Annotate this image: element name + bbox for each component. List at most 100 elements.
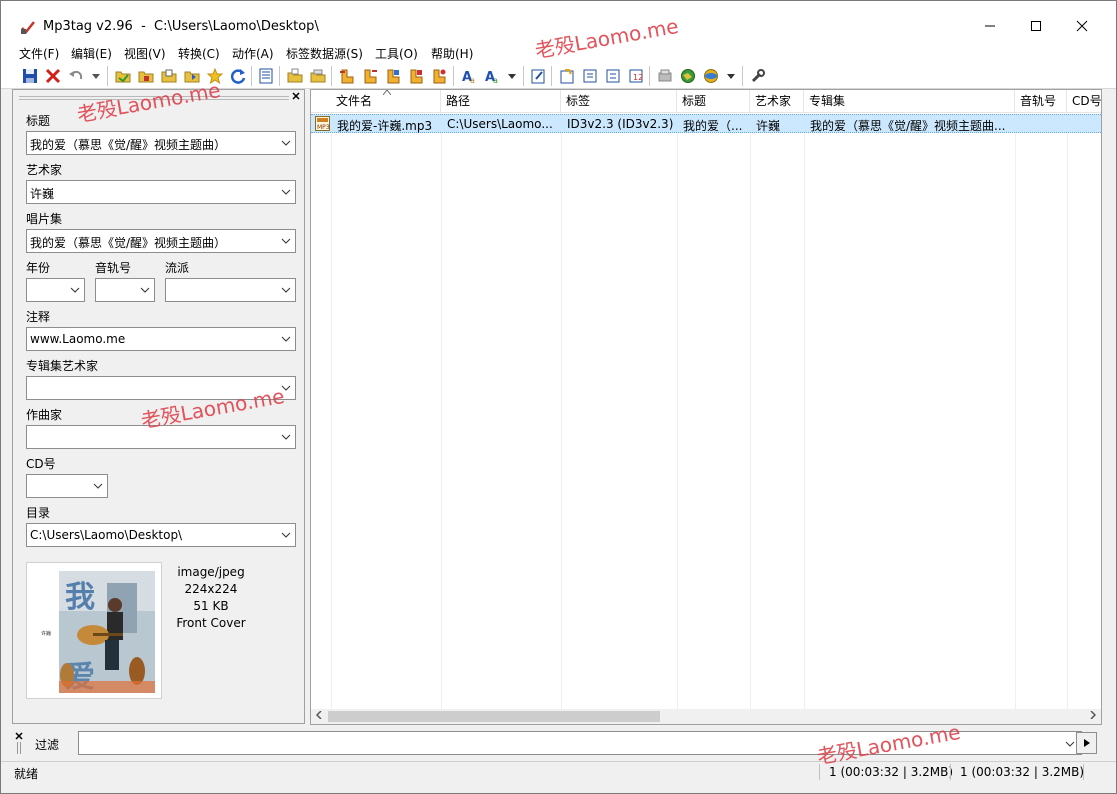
title-field[interactable]: 我的爱（慕思《觉/醒》视频主题曲）	[26, 131, 296, 155]
autonumber-button[interactable]	[557, 66, 577, 86]
toolbar-separator	[742, 66, 743, 86]
undo-dropdown[interactable]	[91, 67, 101, 85]
menu-view[interactable]: 视图(V)	[124, 45, 166, 62]
tag-tag-button[interactable]	[383, 66, 403, 86]
menu-tools[interactable]: 工具(O)	[375, 45, 418, 62]
horizontal-scrollbar[interactable]	[311, 709, 1101, 724]
chevron-down-icon	[281, 532, 291, 538]
undo-button[interactable]	[66, 66, 86, 86]
cell-title: 我的爱（...	[683, 119, 743, 133]
menu-tag-sources[interactable]: 标签数据源(S)	[286, 45, 363, 62]
comment-field[interactable]: www.Laomo.me	[26, 327, 296, 351]
column-header-label: 文件名	[336, 94, 373, 108]
playlist-add-button[interactable]	[603, 66, 623, 86]
menu-actions[interactable]: 动作(A)	[232, 45, 274, 62]
table-row[interactable]: MP3 我的爱-许巍.mp3 C:\Users\Laomo... ID3v2.3…	[311, 114, 1101, 133]
file-list[interactable]: 文件名 路径 标签 标题 艺术家 专辑集 音轨号 CD号 MP3 我的爱-许巍.…	[310, 89, 1102, 725]
chevron-down-icon	[281, 238, 291, 244]
web-source-button[interactable]	[678, 66, 698, 86]
minimize-button[interactable]	[967, 11, 1013, 41]
column-gridline	[441, 113, 442, 709]
case-convert-button[interactable]: Aa	[459, 66, 479, 86]
refresh-icon	[230, 69, 246, 84]
playlist-button[interactable]	[580, 66, 600, 86]
column-header-title[interactable]: 标题	[677, 90, 750, 113]
menu-convert[interactable]: 转换(C)	[178, 45, 220, 62]
track-field[interactable]	[95, 278, 155, 302]
web-source-2-button[interactable]	[701, 66, 721, 86]
close-button[interactable]	[1059, 11, 1105, 41]
playlist-icon	[583, 69, 597, 83]
chevron-down-icon	[70, 287, 80, 293]
column-header-label: 路径	[446, 94, 471, 108]
chevron-down-icon	[92, 73, 100, 79]
case-dropdown[interactable]	[507, 67, 517, 85]
year-field[interactable]	[26, 278, 85, 302]
export-icon	[433, 69, 446, 84]
panel-close-button[interactable]	[290, 90, 302, 104]
disc-field[interactable]	[26, 474, 108, 498]
scroll-right-button[interactable]	[1087, 710, 1099, 722]
undo-icon	[69, 70, 83, 80]
delete-tag-button[interactable]	[43, 66, 63, 86]
status-separator	[1083, 764, 1084, 780]
export-folder-button[interactable]	[285, 66, 305, 86]
menu-help[interactable]: 帮助(H)	[431, 45, 473, 62]
maximize-button[interactable]	[1013, 11, 1059, 41]
tag-filename-button[interactable]	[337, 66, 357, 86]
toolbar-separator	[251, 66, 252, 86]
chevron-down-icon	[281, 434, 291, 440]
column-header-path[interactable]: 路径	[441, 90, 561, 113]
text-tag-button[interactable]	[406, 66, 426, 86]
column-header-label: 标签	[566, 94, 591, 108]
change-dir-button[interactable]	[113, 66, 133, 86]
save-button[interactable]	[20, 66, 40, 86]
folder-add-icon	[138, 71, 154, 83]
svg-text:我: 我	[65, 580, 95, 615]
cover-art[interactable]: 我 爱 许巍	[26, 562, 162, 699]
toolbar-separator	[279, 66, 280, 86]
menu-file[interactable]: 文件(F)	[19, 45, 59, 62]
filename-to-tag-icon	[364, 69, 377, 84]
import-folder-button[interactable]	[308, 66, 328, 86]
filter-close-button[interactable]	[15, 729, 25, 740]
svg-text:12: 12	[633, 73, 643, 82]
comment-label: 注释	[26, 310, 51, 324]
case-convert-options-button[interactable]: Aa	[482, 66, 502, 86]
album-label: 唱片集	[26, 212, 63, 226]
web-source-dropdown[interactable]	[726, 67, 736, 85]
maximize-icon	[1031, 21, 1041, 31]
filename-tag-button[interactable]	[360, 66, 380, 86]
svg-text:许巍: 许巍	[41, 630, 51, 637]
numbering-button[interactable]: 12	[626, 66, 646, 86]
refresh-button[interactable]	[228, 66, 248, 86]
artist-field[interactable]: 许巍	[26, 180, 296, 204]
export-button[interactable]	[429, 66, 449, 86]
album-field[interactable]: 我的爱（慕思《觉/醒》视频主题曲）	[26, 229, 296, 253]
close-icon	[15, 732, 23, 740]
tools-button[interactable]	[748, 66, 768, 86]
add-dir-button[interactable]	[136, 66, 156, 86]
edit-button[interactable]	[528, 66, 548, 86]
musicbrainz-button[interactable]	[655, 66, 675, 86]
menu-edit[interactable]: 编辑(E)	[71, 45, 112, 62]
window-title: Mp3tag v2.96 - C:\Users\Laomo\Desktop\	[43, 19, 319, 34]
tools-icon	[751, 69, 765, 83]
extended-tags-button[interactable]	[256, 66, 276, 86]
filter-grip[interactable]	[17, 742, 21, 754]
scroll-thumb[interactable]	[328, 711, 660, 722]
web-source-2-icon	[704, 69, 718, 83]
cell-filename: 我的爱-许巍.mp3	[337, 119, 433, 133]
column-header-disc[interactable]: CD号	[1067, 90, 1101, 113]
directory-field[interactable]: C:\Users\Laomo\Desktop\	[26, 523, 296, 547]
tag-to-tag-icon	[387, 69, 400, 84]
column-header-track[interactable]: 音轨号	[1015, 90, 1067, 113]
column-header-artist[interactable]: 艺术家	[750, 90, 804, 113]
scroll-left-button[interactable]	[313, 710, 325, 722]
genre-field[interactable]	[165, 278, 296, 302]
column-header-album[interactable]: 专辑集	[804, 90, 1015, 113]
filter-go-button[interactable]	[1076, 732, 1097, 754]
mp3-file-icon: MP3	[315, 116, 330, 131]
column-header-tag[interactable]: 标签	[561, 90, 677, 113]
playlist-add-icon	[606, 69, 620, 83]
